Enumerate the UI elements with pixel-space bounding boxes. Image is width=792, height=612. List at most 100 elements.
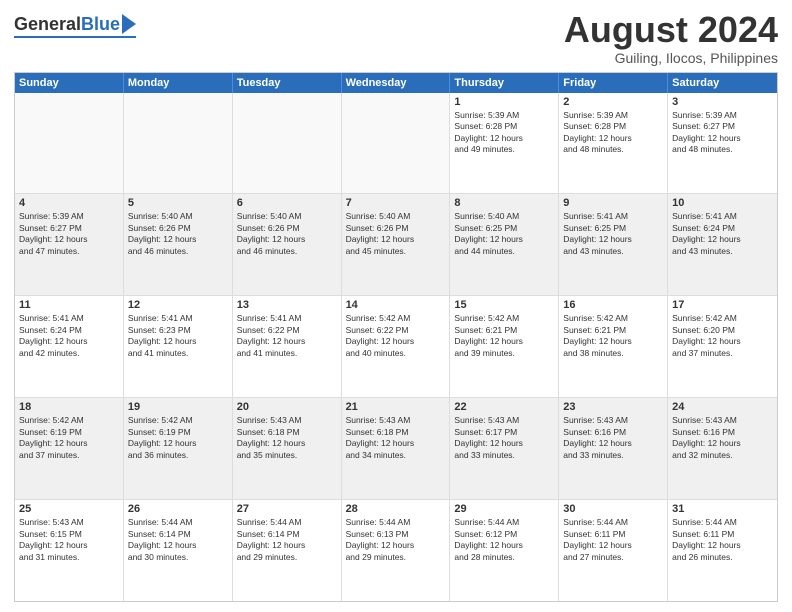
day-content-31: Sunrise: 5:44 AMSunset: 6:11 PMDaylight:… [672,517,773,563]
header-saturday: Saturday [668,73,777,93]
day-number-24: 24 [672,401,773,413]
day-cell-24: 24 Sunrise: 5:43 AMSunset: 6:16 PMDayligh… [668,398,777,499]
day-content-4: Sunrise: 5:39 AMSunset: 6:27 PMDaylight:… [19,211,119,257]
day-content-3: Sunrise: 5:39 AMSunset: 6:27 PMDaylight:… [672,110,773,156]
day-number-16: 16 [563,299,663,311]
week-3: 11 Sunrise: 5:41 AMSunset: 6:24 PMDayligh… [15,296,777,398]
day-content-7: Sunrise: 5:40 AMSunset: 6:26 PMDaylight:… [346,211,446,257]
day-number-13: 13 [237,299,337,311]
day-cell-6: 6 Sunrise: 5:40 AMSunset: 6:26 PMDaylight… [233,194,342,295]
day-number-29: 29 [454,503,554,515]
day-content-21: Sunrise: 5:43 AMSunset: 6:18 PMDaylight:… [346,415,446,461]
day-number-11: 11 [19,299,119,311]
day-number-7: 7 [346,197,446,209]
day-cell-7: 7 Sunrise: 5:40 AMSunset: 6:26 PMDaylight… [342,194,451,295]
day-number-18: 18 [19,401,119,413]
empty-cell-w0-d1 [124,93,233,194]
week-2: 4 Sunrise: 5:39 AMSunset: 6:27 PMDaylight… [15,194,777,296]
calendar-subtitle: Guiling, Ilocos, Philippines [564,50,778,66]
day-cell-22: 22 Sunrise: 5:43 AMSunset: 6:17 PMDayligh… [450,398,559,499]
day-content-23: Sunrise: 5:43 AMSunset: 6:16 PMDaylight:… [563,415,663,461]
day-number-17: 17 [672,299,773,311]
day-cell-30: 30 Sunrise: 5:44 AMSunset: 6:11 PMDayligh… [559,500,668,601]
week-4: 18 Sunrise: 5:42 AMSunset: 6:19 PMDayligh… [15,398,777,500]
day-number-9: 9 [563,197,663,209]
day-cell-29: 29 Sunrise: 5:44 AMSunset: 6:12 PMDayligh… [450,500,559,601]
day-cell-31: 31Sunrise: 5:44 AMSunset: 6:11 PMDayligh… [668,500,777,601]
day-content-2: Sunrise: 5:39 AMSunset: 6:28 PMDaylight:… [563,110,663,156]
day-cell-2: 2 Sunrise: 5:39 AMSunset: 6:28 PMDaylight… [559,93,668,194]
calendar-header: Sunday Monday Tuesday Wednesday Thursday… [15,73,777,93]
day-number-20: 20 [237,401,337,413]
day-number-5: 5 [128,197,228,209]
day-content-5: Sunrise: 5:40 AMSunset: 6:26 PMDaylight:… [128,211,228,257]
day-number-2: 2 [563,96,663,108]
header-wednesday: Wednesday [342,73,451,93]
header-friday: Friday [559,73,668,93]
day-content-26: Sunrise: 5:44 AMSunset: 6:14 PMDaylight:… [128,517,228,563]
day-number-21: 21 [346,401,446,413]
day-cell-5: 5 Sunrise: 5:40 AMSunset: 6:26 PMDaylight… [124,194,233,295]
day-cell-27: 27Sunrise: 5:44 AMSunset: 6:14 PMDayligh… [233,500,342,601]
day-number-30: 30 [563,503,663,515]
day-number-14: 14 [346,299,446,311]
day-content-29: Sunrise: 5:44 AMSunset: 6:12 PMDaylight:… [454,517,554,563]
week-1: 1 Sunrise: 5:39 AMSunset: 6:28 PMDaylight… [15,93,777,195]
day-number-26: 26 [128,503,228,515]
day-number-19: 19 [128,401,228,413]
day-content-24: Sunrise: 5:43 AMSunset: 6:16 PMDaylight:… [672,415,773,461]
day-content-9: Sunrise: 5:41 AMSunset: 6:25 PMDaylight:… [563,211,663,257]
day-content-20: Sunrise: 5:43 AMSunset: 6:18 PMDaylight:… [237,415,337,461]
day-content-28: Sunrise: 5:44 AMSunset: 6:13 PMDaylight:… [346,517,446,563]
day-content-16: Sunrise: 5:42 AMSunset: 6:21 PMDaylight:… [563,313,663,359]
title-block: August 2024 Guiling, Ilocos, Philippines [564,10,778,66]
day-cell-13: 13Sunrise: 5:41 AMSunset: 6:22 PMDayligh… [233,296,342,397]
day-content-30: Sunrise: 5:44 AMSunset: 6:11 PMDaylight:… [563,517,663,563]
day-content-22: Sunrise: 5:43 AMSunset: 6:17 PMDaylight:… [454,415,554,461]
day-content-18: Sunrise: 5:42 AMSunset: 6:19 PMDaylight:… [19,415,119,461]
day-cell-28: 28 Sunrise: 5:44 AMSunset: 6:13 PMDayligh… [342,500,451,601]
day-number-4: 4 [19,197,119,209]
day-content-10: Sunrise: 5:41 AMSunset: 6:24 PMDaylight:… [672,211,773,257]
day-content-12: Sunrise: 5:41 AMSunset: 6:23 PMDaylight:… [128,313,228,359]
header-monday: Monday [124,73,233,93]
day-cell-21: 21 Sunrise: 5:43 AMSunset: 6:18 PMDayligh… [342,398,451,499]
empty-cell-w0-d2 [233,93,342,194]
day-content-8: Sunrise: 5:40 AMSunset: 6:25 PMDaylight:… [454,211,554,257]
header: General Blue August 2024 Guiling, Ilocos… [14,10,778,66]
day-cell-9: 9 Sunrise: 5:41 AMSunset: 6:25 PMDaylight… [559,194,668,295]
day-number-6: 6 [237,197,337,209]
page: General Blue August 2024 Guiling, Ilocos… [0,0,792,612]
day-number-15: 15 [454,299,554,311]
day-content-14: Sunrise: 5:42 AMSunset: 6:22 PMDaylight:… [346,313,446,359]
calendar-title: August 2024 [564,10,778,50]
day-number-1: 1 [454,96,554,108]
day-content-25: Sunrise: 5:43 AMSunset: 6:15 PMDaylight:… [19,517,119,563]
day-number-28: 28 [346,503,446,515]
logo: General Blue [14,10,136,38]
day-cell-8: 8Sunrise: 5:40 AMSunset: 6:25 PMDaylight… [450,194,559,295]
day-content-11: Sunrise: 5:41 AMSunset: 6:24 PMDaylight:… [19,313,119,359]
day-content-19: Sunrise: 5:42 AMSunset: 6:19 PMDaylight:… [128,415,228,461]
day-cell-10: 10 Sunrise: 5:41 AMSunset: 6:24 PMDayligh… [668,194,777,295]
day-content-15: Sunrise: 5:42 AMSunset: 6:21 PMDaylight:… [454,313,554,359]
calendar: Sunday Monday Tuesday Wednesday Thursday… [14,72,778,602]
day-content-6: Sunrise: 5:40 AMSunset: 6:26 PMDaylight:… [237,211,337,257]
week-5: 25Sunrise: 5:43 AMSunset: 6:15 PMDayligh… [15,500,777,601]
day-content-17: Sunrise: 5:42 AMSunset: 6:20 PMDaylight:… [672,313,773,359]
day-cell-3: 3Sunrise: 5:39 AMSunset: 6:27 PMDaylight… [668,93,777,194]
day-cell-18: 18 Sunrise: 5:42 AMSunset: 6:19 PMDayligh… [15,398,124,499]
day-cell-23: 23Sunrise: 5:43 AMSunset: 6:16 PMDayligh… [559,398,668,499]
day-cell-1: 1 Sunrise: 5:39 AMSunset: 6:28 PMDaylight… [450,93,559,194]
day-cell-4: 4 Sunrise: 5:39 AMSunset: 6:27 PMDaylight… [15,194,124,295]
day-number-12: 12 [128,299,228,311]
day-number-22: 22 [454,401,554,413]
day-number-10: 10 [672,197,773,209]
header-tuesday: Tuesday [233,73,342,93]
day-cell-11: 11 Sunrise: 5:41 AMSunset: 6:24 PMDayligh… [15,296,124,397]
day-content-1: Sunrise: 5:39 AMSunset: 6:28 PMDaylight:… [454,110,554,156]
day-cell-15: 15 Sunrise: 5:42 AMSunset: 6:21 PMDayligh… [450,296,559,397]
day-cell-26: 26 Sunrise: 5:44 AMSunset: 6:14 PMDayligh… [124,500,233,601]
day-cell-16: 16 Sunrise: 5:42 AMSunset: 6:21 PMDayligh… [559,296,668,397]
day-cell-19: 19 Sunrise: 5:42 AMSunset: 6:19 PMDayligh… [124,398,233,499]
